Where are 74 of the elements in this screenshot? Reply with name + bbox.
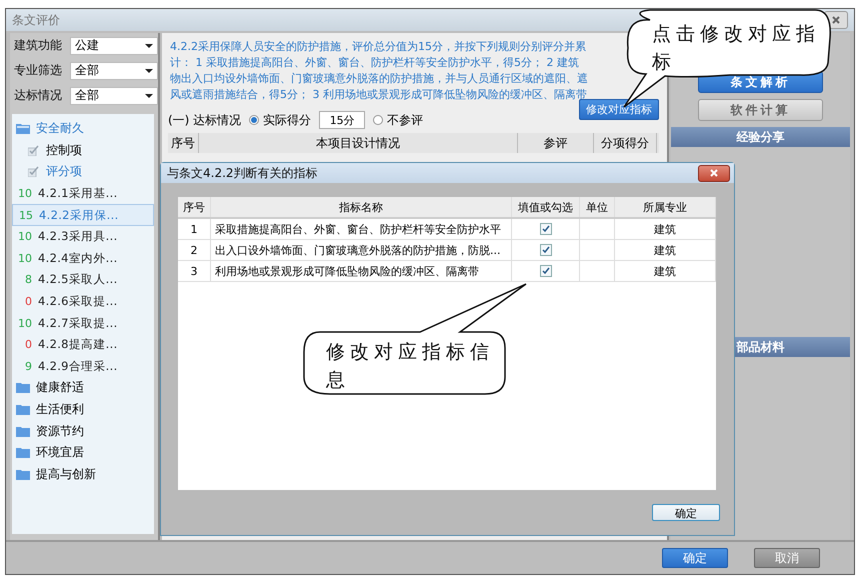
callout-text: 修改对应指标信息	[326, 340, 495, 393]
checkbox[interactable]	[540, 244, 552, 256]
tree-label: 安全耐久	[36, 120, 84, 138]
column-header: 填值或勾选	[512, 197, 580, 217]
filter-dropdown[interactable]: 全部	[70, 62, 158, 80]
tree-label: 控制项	[46, 142, 82, 159]
filter-label: 达标情况	[14, 87, 63, 104]
tree-item[interactable]: 15 4.2.2采用保...	[12, 204, 154, 226]
tree-item[interactable]: 安全耐久	[12, 118, 154, 140]
ok-button[interactable]: 确定	[652, 504, 720, 521]
close-button[interactable]	[698, 164, 730, 182]
tree-item[interactable]: 提高与创新	[12, 464, 154, 486]
tree-label: 健康舒适	[36, 379, 84, 396]
column-header: 单位	[580, 197, 615, 217]
checkbox[interactable]	[540, 265, 552, 277]
tree-item[interactable]: 评分项	[12, 161, 154, 183]
column-header: 所属专业	[615, 197, 716, 217]
tree-item[interactable]: 10 4.2.7采取提...	[12, 312, 154, 334]
section-header: 经验分享	[671, 127, 850, 147]
tree-label: 资源节约	[36, 422, 84, 440]
table-cell: 建筑	[615, 219, 716, 239]
folder-icon	[16, 123, 30, 134]
status-label: (一) 达标情况	[168, 112, 242, 128]
table-cell: 2	[178, 240, 211, 260]
column-header: 序号	[168, 133, 199, 153]
column-header: 指标名称	[211, 197, 512, 217]
tree-item[interactable]: 10 4.2.3采用具...	[12, 226, 154, 248]
check-icon	[28, 166, 40, 178]
tree-item[interactable]: 0 4.2.8提高建...	[12, 334, 154, 356]
column-header: 参评	[518, 133, 594, 153]
folder-icon	[16, 404, 30, 416]
tree-label: 评分项	[46, 163, 82, 180]
check-icon	[28, 144, 40, 156]
table-cell: 采取措施提高阳台、外窗、窗台、防护栏杆等安全防护水平	[211, 219, 512, 239]
tree-item[interactable]: 0 4.2.6采取提...	[12, 290, 154, 312]
table-cell: 3	[178, 261, 211, 281]
window-title: 条文评价	[12, 12, 60, 28]
table-cell: 出入口设外墙饰面、门窗玻璃意外脱落的防护措施，防脱...	[211, 240, 512, 260]
filter-dropdown[interactable]: 全部	[70, 86, 158, 104]
tree-label: 生活便利	[36, 401, 84, 418]
tree-item[interactable]: 8 4.2.5采取人...	[12, 269, 154, 291]
table-cell: 建筑	[615, 261, 716, 281]
tree-item[interactable]: 控制项	[12, 140, 154, 162]
close-icon	[832, 16, 840, 24]
confirm-button[interactable]: 确定	[662, 548, 728, 568]
close-icon	[710, 169, 718, 177]
filter-dropdown[interactable]: 公建	[70, 36, 158, 54]
radio-option[interactable]: 实际得分	[249, 112, 312, 128]
tree-item[interactable]: 资源节约	[12, 420, 154, 442]
tree-item[interactable]: 10 4.2.4室内外...	[12, 248, 154, 270]
table-cell: 1	[178, 219, 211, 239]
column-header: 序号	[178, 197, 211, 217]
table-cell: 建筑	[615, 240, 716, 260]
filter-label: 建筑功能	[14, 37, 63, 54]
tree-item[interactable]: 环境宜居	[12, 442, 154, 464]
dialog-title: 与条文4.2.2判断有关的指标	[167, 164, 318, 182]
folder-icon	[16, 468, 30, 480]
tree-label: 提高与创新	[36, 466, 96, 483]
folder-icon	[16, 382, 30, 394]
folder-icon	[16, 426, 30, 437]
radio-option[interactable]: 不参评	[373, 112, 424, 128]
tree-item[interactable]: 10 4.2.1采用基...	[12, 182, 154, 204]
score-field[interactable]: 15分	[319, 111, 366, 129]
folder-icon	[16, 447, 30, 458]
checkbox[interactable]	[540, 223, 552, 235]
tree-item[interactable]: 生活便利	[12, 398, 154, 420]
tree-label: 环境宜居	[36, 444, 84, 462]
side-button[interactable]: 软件计算	[698, 99, 823, 121]
tree-item[interactable]: 9 4.2.9合理采...	[12, 356, 154, 378]
column-header: 分项得分	[594, 133, 657, 153]
table-cell: 利用场地或景观形成可降低坠物风险的缓冲区、隔离带	[211, 261, 512, 281]
tree-item[interactable]: 健康舒适	[12, 377, 154, 399]
filter-label: 专业筛选	[14, 62, 63, 79]
column-header: 本项目设计情况	[199, 133, 518, 153]
